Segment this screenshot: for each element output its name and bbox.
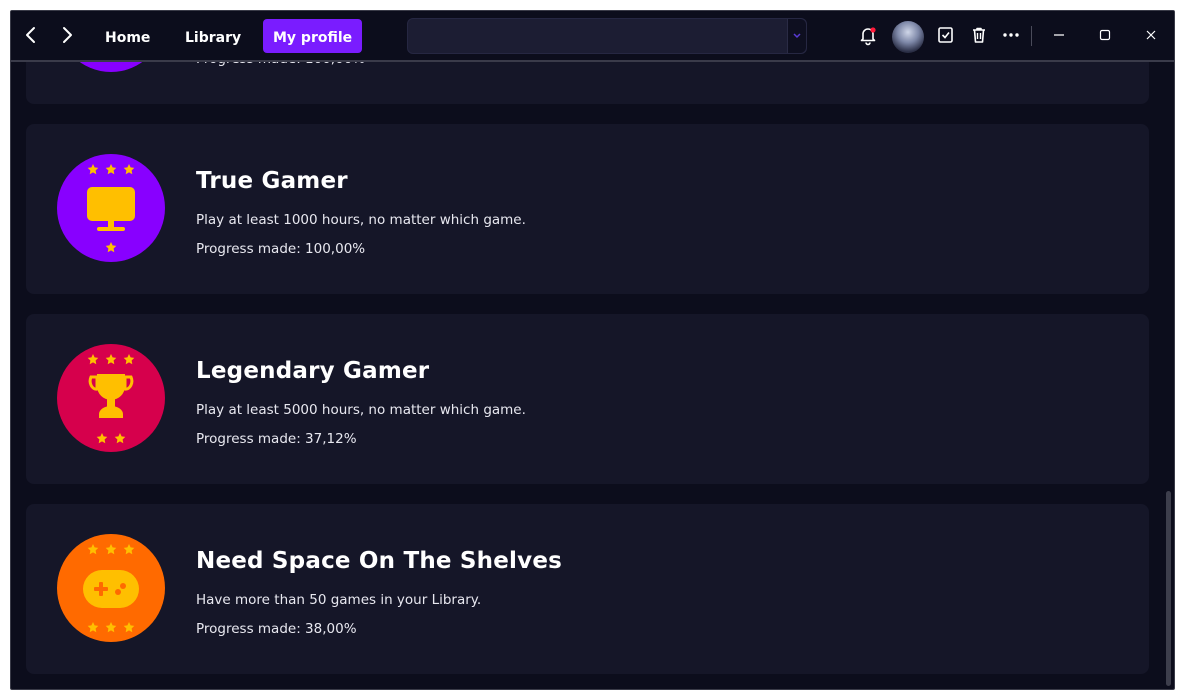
avatar[interactable] bbox=[892, 21, 924, 53]
close-button[interactable] bbox=[1140, 24, 1162, 46]
app-window: Progress made: 100,00% True Gamer bbox=[10, 10, 1175, 690]
achievement-description: Play at least 1000 hours, no matter whic… bbox=[196, 212, 526, 228]
chevron-right-icon bbox=[63, 27, 72, 43]
achievement-card: True Gamer Play at least 1000 hours, no … bbox=[26, 124, 1149, 294]
search-input[interactable] bbox=[407, 18, 807, 54]
achievement-badge bbox=[57, 534, 165, 642]
chevron-left-icon bbox=[26, 27, 35, 43]
title-bar: Home Library My profile bbox=[11, 11, 1174, 62]
toolbar-divider bbox=[1031, 26, 1032, 46]
achievements-list[interactable]: Progress made: 100,00% True Gamer bbox=[11, 11, 1174, 689]
bell-icon bbox=[860, 27, 876, 46]
nav-library[interactable]: Library bbox=[175, 19, 251, 53]
minimize-button[interactable] bbox=[1048, 24, 1070, 46]
achievement-progress: Progress made: 37,12% bbox=[196, 431, 357, 447]
back-button[interactable] bbox=[19, 23, 43, 47]
checklist-icon bbox=[938, 27, 953, 43]
achievement-badge bbox=[57, 154, 165, 262]
trophy-icon bbox=[87, 354, 135, 444]
nav-my-profile[interactable]: My profile bbox=[263, 19, 363, 53]
monitor-icon bbox=[87, 164, 135, 253]
gamepad-icon bbox=[83, 544, 139, 633]
trash-icon bbox=[973, 27, 985, 43]
close-icon bbox=[1146, 30, 1156, 40]
achievement-title: Legendary Gamer bbox=[196, 358, 430, 384]
chevron-down-icon bbox=[793, 33, 801, 39]
forward-button[interactable] bbox=[55, 23, 79, 47]
achievement-card: Need Space On The Shelves Have more than… bbox=[26, 504, 1149, 674]
search-dropdown-button[interactable] bbox=[787, 19, 806, 53]
maximize-icon bbox=[1099, 29, 1111, 41]
achievement-badge bbox=[57, 344, 165, 452]
achievement-progress: Progress made: 38,00% bbox=[196, 621, 357, 637]
more-button[interactable] bbox=[1000, 24, 1022, 46]
maximize-button[interactable] bbox=[1094, 24, 1116, 46]
achievement-card: Legendary Gamer Play at least 5000 hours… bbox=[26, 314, 1149, 484]
achievement-title: True Gamer bbox=[196, 168, 348, 194]
nav-home[interactable]: Home bbox=[95, 19, 160, 53]
scrollbar-thumb[interactable] bbox=[1166, 491, 1171, 686]
notifications-button[interactable] bbox=[857, 24, 879, 46]
achievement-description: Play at least 5000 hours, no matter whic… bbox=[196, 402, 526, 418]
tasks-button[interactable] bbox=[935, 24, 957, 46]
trash-button[interactable] bbox=[968, 24, 990, 46]
more-icon bbox=[1003, 33, 1019, 37]
achievement-progress: Progress made: 100,00% bbox=[196, 241, 366, 257]
achievement-description: Have more than 50 games in your Library. bbox=[196, 592, 482, 608]
achievement-title: Need Space On The Shelves bbox=[196, 548, 563, 574]
minimize-icon bbox=[1054, 34, 1064, 36]
